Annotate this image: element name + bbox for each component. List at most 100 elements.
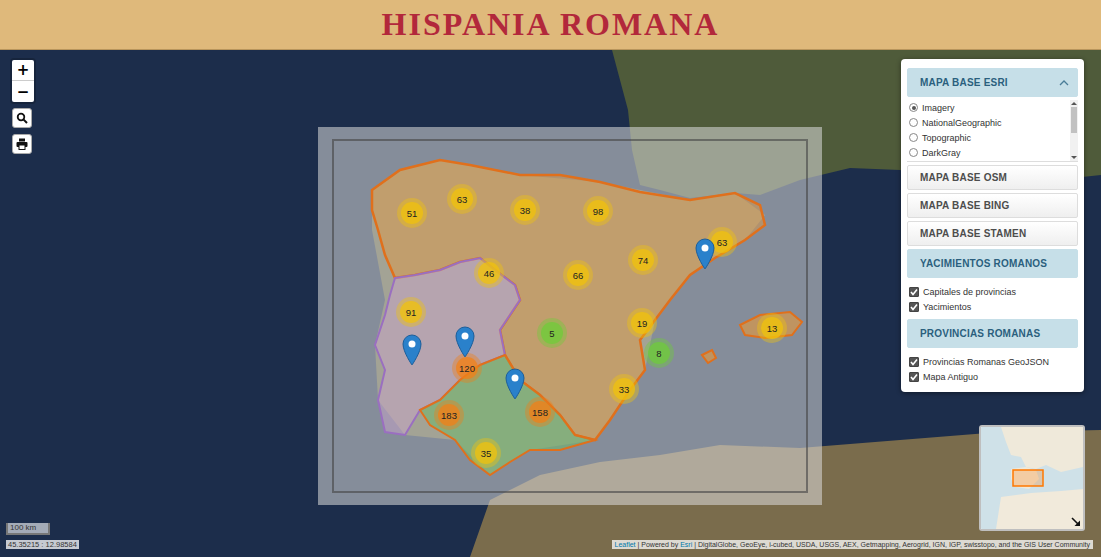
attribution-link[interactable]: Leaflet [615,541,636,548]
search-button[interactable] [12,108,32,128]
layer-group-title: YACIMIENTOS ROMANOS [920,258,1047,269]
check-icon [910,358,918,366]
marker-cluster[interactable]: 158 [525,397,555,427]
province-baetica[interactable] [420,355,595,475]
cluster-count: 63 [451,188,473,210]
minimap-canvas [981,427,1083,529]
magnifier-icon [16,112,28,124]
cluster-count: 33 [613,378,635,400]
old-map-frame [333,140,807,492]
pin-icon[interactable] [402,334,422,366]
radio-button[interactable] [909,118,918,127]
overlay-option[interactable]: Provincias Romanas GeoJSON [907,354,1078,369]
overlay-list: Capitales de provincias Yacimientos [907,278,1078,316]
basemap-option[interactable]: NationalGeographic [907,115,1070,130]
layer-group-header[interactable]: PROVINCIAS ROMANAS [907,319,1078,348]
app-title: HISPANIA ROMANA [382,7,720,42]
scroll-down-icon[interactable] [1071,156,1077,159]
basemap-list: Imagery NationalGeographic Topographic Dark… [907,100,1078,162]
cluster-count: 158 [529,401,551,423]
layer-group-header[interactable]: MAPA BASE ESRI [907,68,1078,97]
marker-cluster[interactable]: 63 [447,184,477,214]
scroll-up-icon[interactable] [1071,102,1077,105]
option-label: DarkGray [922,148,961,158]
radio-button[interactable] [909,148,918,157]
layer-group-header[interactable]: MAPA BASE BING [907,193,1078,218]
cluster-count: 120 [456,357,478,379]
marker-cluster[interactable]: 98 [583,196,613,226]
cluster-count: 91 [400,301,422,323]
radio-button[interactable] [909,103,918,112]
option-label: Mapa Antiguo [923,372,978,382]
layer-group: MAPA BASE BING [907,193,1078,218]
scroll-thumb[interactable] [1071,107,1077,133]
marker-cluster[interactable]: 46 [474,258,504,288]
layer-group-title: MAPA BASE OSM [920,172,1007,183]
minimap[interactable] [979,425,1085,531]
cluster-count: 51 [401,202,423,224]
zoom-button[interactable]: + [12,60,34,81]
marker-cluster[interactable]: 74 [628,245,658,275]
basemap-option[interactable]: Topographic [907,130,1070,145]
layer-group-header[interactable]: MAPA BASE STAMEN [907,221,1078,246]
layer-group: MAPA BASE OSM [907,165,1078,190]
marker-cluster[interactable]: 183 [434,400,464,430]
checkbox[interactable] [909,287,919,297]
pin-icon[interactable] [695,238,715,270]
marker-cluster[interactable]: 35 [471,438,501,468]
pin-icon[interactable] [505,368,525,400]
checkbox[interactable] [909,357,919,367]
marker-cluster[interactable]: 13 [757,313,787,343]
marker-cluster[interactable]: 5 [537,318,567,348]
marker-cluster[interactable]: 120 [452,353,482,383]
marker-cluster[interactable]: 19 [627,308,657,338]
cluster-count: 19 [631,312,653,334]
print-button[interactable] [12,134,32,154]
layer-group: YACIMIENTOS ROMANOS Capitales de provinci… [907,249,1078,316]
check-icon [910,303,918,311]
radio-button[interactable] [909,133,918,142]
layer-group: MAPA BASE ESRI Imagery NationalGeographic T… [907,68,1078,162]
layer-group-header[interactable]: YACIMIENTOS ROMANOS [907,249,1078,278]
chevron-up-icon[interactable] [1059,80,1069,86]
basemap-option[interactable]: DarkGray [907,145,1070,160]
old-map-overlay [318,127,822,505]
overlay-option[interactable]: Yacimientos [907,299,1078,314]
pin-icon[interactable] [455,326,475,358]
marker-cluster[interactable]: 51 [397,198,427,228]
cluster-count: 66 [567,264,589,286]
basemap-option[interactable]: Imagery [907,100,1070,115]
marker-cluster[interactable]: 8 [644,338,674,368]
scrollbar[interactable] [1070,100,1078,161]
layer-group-header[interactable]: MAPA BASE OSM [907,165,1078,190]
layer-group-title: MAPA BASE BING [920,200,1009,211]
checkbox[interactable] [909,372,919,382]
marker-cluster[interactable]: 91 [396,297,426,327]
scale-bar: 100 km [6,523,50,535]
layer-group-title: PROVINCIAS ROMANAS [920,328,1040,339]
marker-cluster[interactable]: 33 [609,374,639,404]
overlay-option[interactable]: Capitales de provincias [907,284,1078,299]
check-icon [910,373,918,381]
attribution-link[interactable]: Esri [680,541,692,548]
app-root: HISPANIA ROMANA5163389863466674915198131… [0,0,1101,557]
marker-cluster[interactable]: 38 [510,195,540,225]
title-bar: HISPANIA ROMANA [0,0,1101,50]
option-label: NationalGeographic [922,118,1002,128]
cluster-count: 5 [541,322,563,344]
province-tarraconensis[interactable] [372,160,765,440]
cluster-count: 46 [478,262,500,284]
mouse-coordinates: 45.35215 : 12.98584 [6,540,79,549]
overlay-option[interactable]: Mapa Antiguo [907,369,1078,384]
option-label: Capitales de provincias [923,287,1016,297]
ibiza-island[interactable] [702,350,716,363]
zoom-button[interactable]: − [12,81,34,102]
checkbox[interactable] [909,302,919,312]
map-view[interactable]: 5163389863466674915198131201581833335+−M… [0,50,1101,557]
viewport-rect[interactable] [1013,470,1043,486]
marker-cluster[interactable]: 66 [563,260,593,290]
minimize-arrow-icon[interactable] [1071,517,1081,527]
attribution: Leaflet | Powered by Esri | DigitalGlobe… [612,540,1093,549]
cluster-count: 35 [475,442,497,464]
cluster-count: 13 [761,317,783,339]
